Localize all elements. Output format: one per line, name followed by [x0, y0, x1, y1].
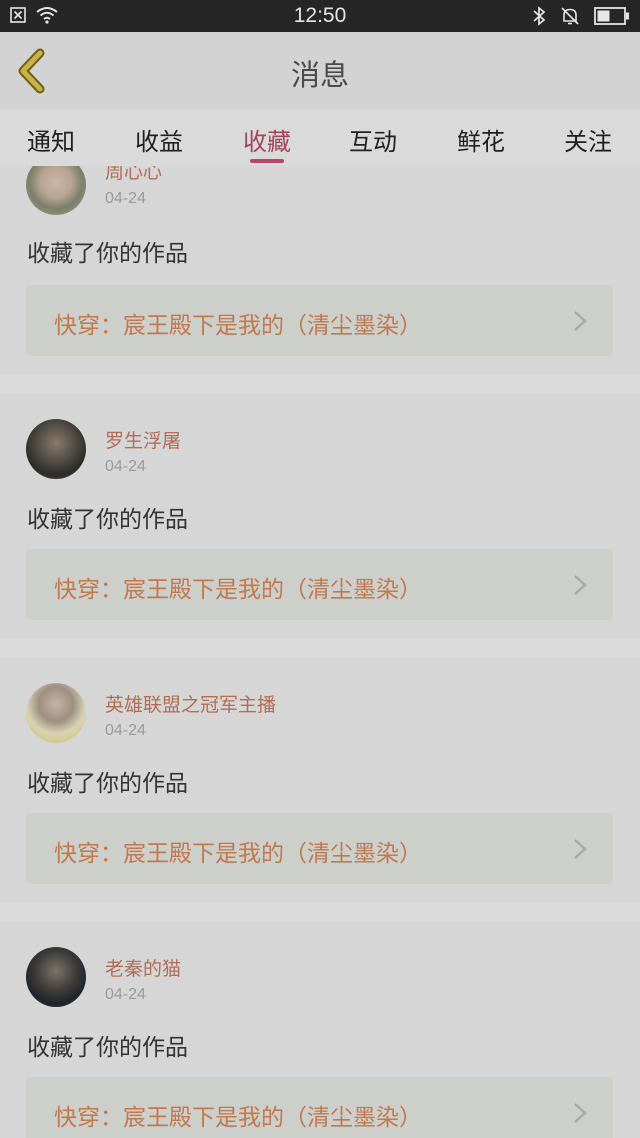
date: 04-24 [105, 986, 146, 1003]
tab-bar: 通知 收益 收藏 互动 鲜花 关注 [0, 110, 640, 166]
date: 04-24 [105, 458, 146, 475]
work-title: 快穿：宸王殿下是我的（清尘墨染） [54, 841, 422, 867]
tab-favorites[interactable]: 收藏 [243, 122, 291, 157]
username[interactable]: 英雄联盟之冠军主播 [105, 690, 276, 717]
nav-bar: 消息 [0, 32, 640, 111]
page-title: 消息 [290, 58, 349, 92]
date: 04-24 [105, 190, 146, 207]
avatar[interactable] [26, 947, 86, 1007]
tab-flowers[interactable]: 鲜花 [457, 122, 505, 157]
chevron-right-icon [574, 311, 587, 331]
tab-follows[interactable]: 关注 [564, 122, 612, 157]
bell-muted-icon [561, 7, 579, 25]
tab-notifications[interactable]: 通知 [27, 122, 75, 157]
work-title: 快穿：宸王殿下是我的（清尘墨染） [54, 313, 422, 339]
action-text: 收藏了你的作品 [27, 1035, 188, 1061]
list-item: 老秦的猫 04-24 收藏了你的作品 快穿：宸王殿下是我的（清尘墨染） [0, 922, 640, 1138]
tab-earnings[interactable]: 收益 [135, 122, 183, 157]
bluetooth-icon [533, 6, 546, 26]
username[interactable]: 周心心 [105, 166, 162, 184]
work-link[interactable]: 快穿：宸王殿下是我的（清尘墨染） [26, 285, 613, 356]
avatar[interactable] [26, 683, 86, 743]
active-tab-indicator [250, 159, 284, 163]
avatar[interactable] [26, 419, 86, 479]
list-item: 罗生浮屠 04-24 收藏了你的作品 快穿：宸王殿下是我的（清尘墨染） [0, 394, 640, 638]
list-item: 英雄联盟之冠军主播 04-24 收藏了你的作品 快穿：宸王殿下是我的（清尘墨染） [0, 658, 640, 902]
action-text: 收藏了你的作品 [27, 241, 188, 267]
work-title: 快穿：宸王殿下是我的（清尘墨染） [54, 1105, 422, 1131]
chevron-right-icon [574, 839, 587, 859]
work-link[interactable]: 快穿：宸王殿下是我的（清尘墨染） [26, 549, 613, 620]
username[interactable]: 罗生浮屠 [105, 426, 181, 453]
status-right-icons [532, 6, 630, 26]
tab-interactions[interactable]: 互动 [349, 122, 397, 157]
chevron-right-icon [574, 1103, 587, 1123]
date: 04-24 [105, 722, 146, 739]
work-title: 快穿：宸王殿下是我的（清尘墨染） [54, 577, 422, 603]
battery-icon [594, 7, 629, 25]
username[interactable]: 老秦的猫 [105, 954, 181, 981]
work-link[interactable]: 快穿：宸王殿下是我的（清尘墨染） [26, 813, 613, 884]
message-list[interactable]: 周心心 04-24 收藏了你的作品 快穿：宸王殿下是我的（清尘墨染） 罗生浮屠 … [0, 166, 640, 1138]
status-bar: 12:50 [0, 0, 640, 32]
action-text: 收藏了你的作品 [27, 507, 188, 533]
action-text: 收藏了你的作品 [27, 771, 188, 797]
chevron-right-icon [574, 575, 587, 595]
list-item: 周心心 04-24 收藏了你的作品 快穿：宸王殿下是我的（清尘墨染） [0, 166, 640, 374]
work-link[interactable]: 快穿：宸王殿下是我的（清尘墨染） [26, 1077, 613, 1138]
avatar[interactable] [26, 166, 86, 215]
